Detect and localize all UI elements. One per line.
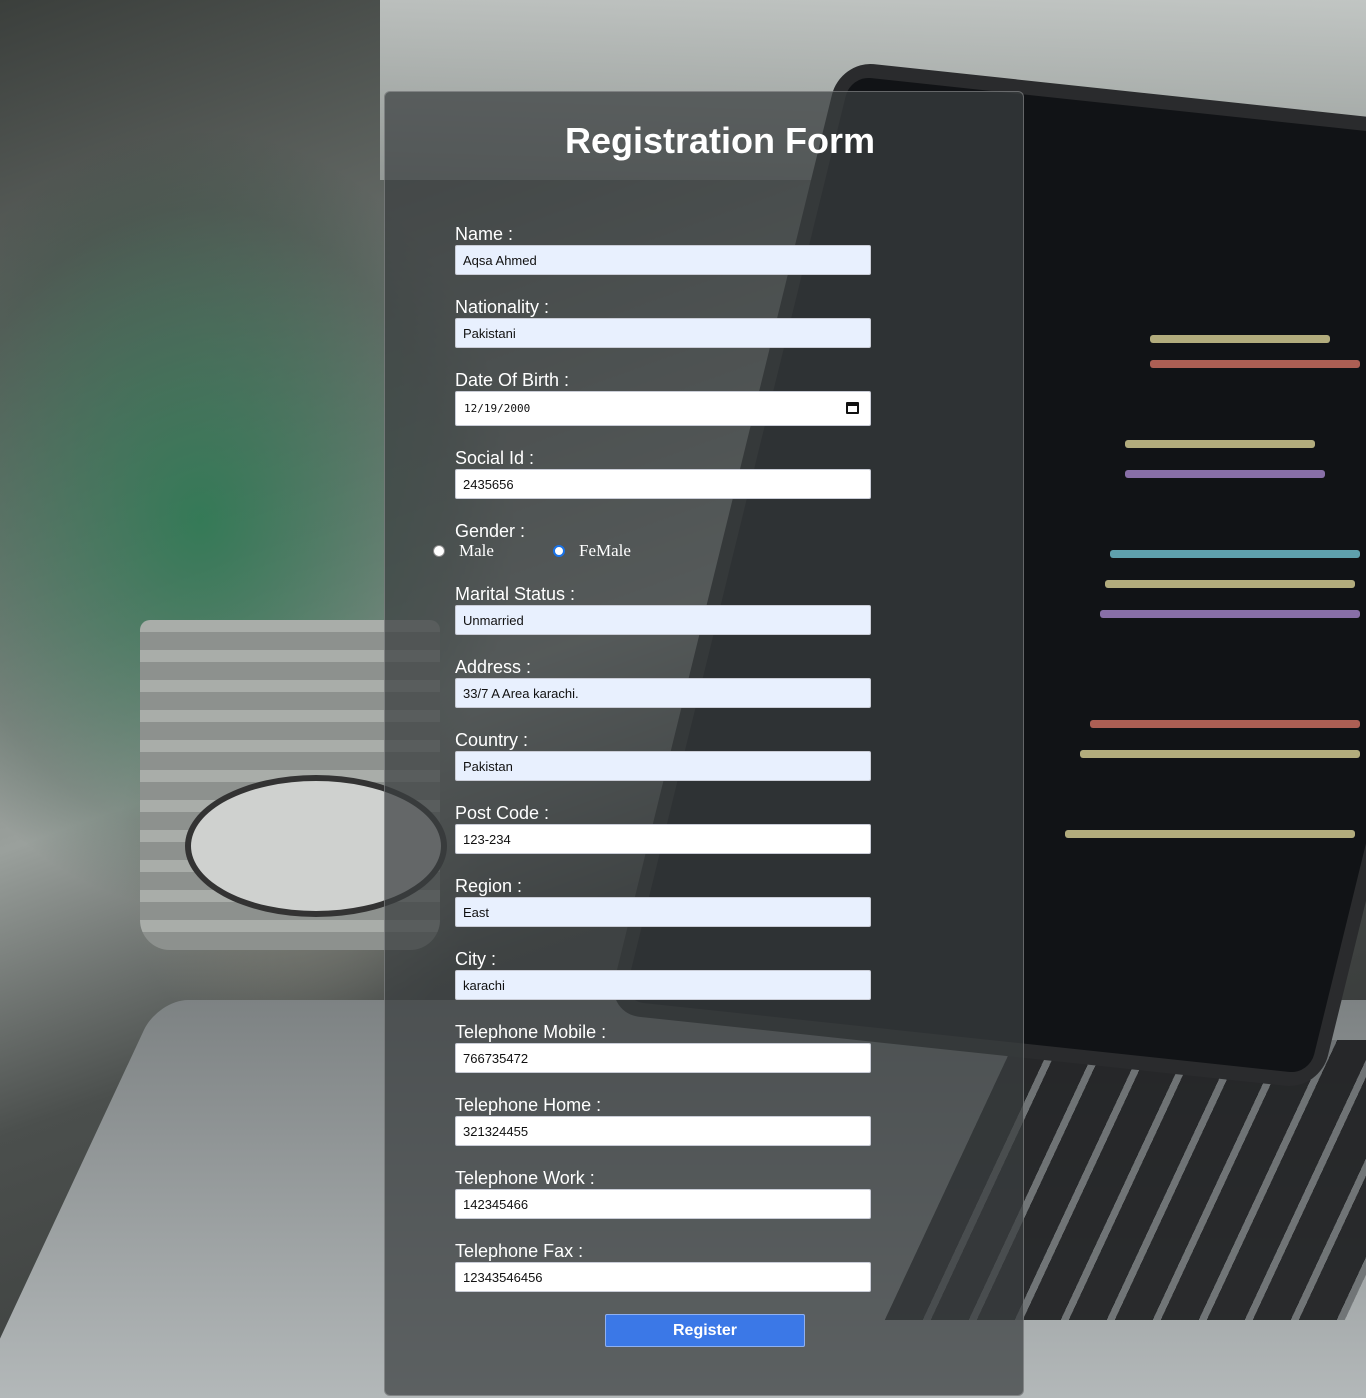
post-code-label: Post Code : xyxy=(455,803,550,823)
dob-value: 12/19/2000 xyxy=(464,402,531,415)
city-label: City : xyxy=(455,949,497,969)
gender-label: Gender : xyxy=(455,521,526,541)
calendar-icon[interactable] xyxy=(846,402,859,414)
background-code-line xyxy=(1090,720,1360,728)
background-code-line xyxy=(1150,335,1330,343)
marital-status-input[interactable] xyxy=(455,605,871,635)
social-id-label: Social Id : xyxy=(455,448,535,468)
telephone-home-label: Telephone Home : xyxy=(455,1095,602,1115)
social-id-input[interactable] xyxy=(455,469,871,499)
telephone-mobile-input[interactable] xyxy=(455,1043,871,1073)
nationality-label: Nationality : xyxy=(455,297,550,317)
background-code-line xyxy=(1080,750,1360,758)
gender-male-label: Male xyxy=(459,541,494,560)
register-button[interactable]: Register xyxy=(605,1314,805,1347)
address-label: Address : xyxy=(455,657,532,677)
country-input[interactable] xyxy=(455,751,871,781)
background-code-line xyxy=(1125,470,1325,478)
telephone-fax-input[interactable] xyxy=(455,1262,871,1292)
country-label: Country : xyxy=(455,730,529,750)
city-input[interactable] xyxy=(455,970,871,1000)
background-code-line xyxy=(1125,440,1315,448)
region-input[interactable] xyxy=(455,897,871,927)
background-code-line xyxy=(1110,550,1360,558)
telephone-home-input[interactable] xyxy=(455,1116,871,1146)
form-title: Registration Form xyxy=(564,120,876,161)
gender-female-radio[interactable] xyxy=(553,545,565,557)
name-label: Name : xyxy=(455,224,514,244)
telephone-fax-label: Telephone Fax : xyxy=(455,1241,584,1261)
marital-status-label: Marital Status : xyxy=(455,584,576,604)
registration-card: Registration Form Name : Nationality : D… xyxy=(384,91,1024,1396)
post-code-input[interactable] xyxy=(455,824,871,854)
telephone-work-label: Telephone Work : xyxy=(455,1168,595,1188)
name-input[interactable] xyxy=(455,245,871,275)
telephone-mobile-label: Telephone Mobile : xyxy=(455,1022,607,1042)
address-input[interactable] xyxy=(455,678,871,708)
gender-male-radio[interactable] xyxy=(433,545,445,557)
gender-female-label: FeMale xyxy=(579,541,631,560)
background-code-line xyxy=(1105,580,1355,588)
background-code-line xyxy=(1065,830,1355,838)
background-code-line xyxy=(1100,610,1360,618)
telephone-work-input[interactable] xyxy=(455,1189,871,1219)
background-code-line xyxy=(1150,360,1360,368)
dob-label: Date Of Birth : xyxy=(455,370,570,390)
nationality-input[interactable] xyxy=(455,318,871,348)
region-label: Region : xyxy=(455,876,523,896)
dob-input[interactable]: 12/19/2000 xyxy=(455,391,871,426)
